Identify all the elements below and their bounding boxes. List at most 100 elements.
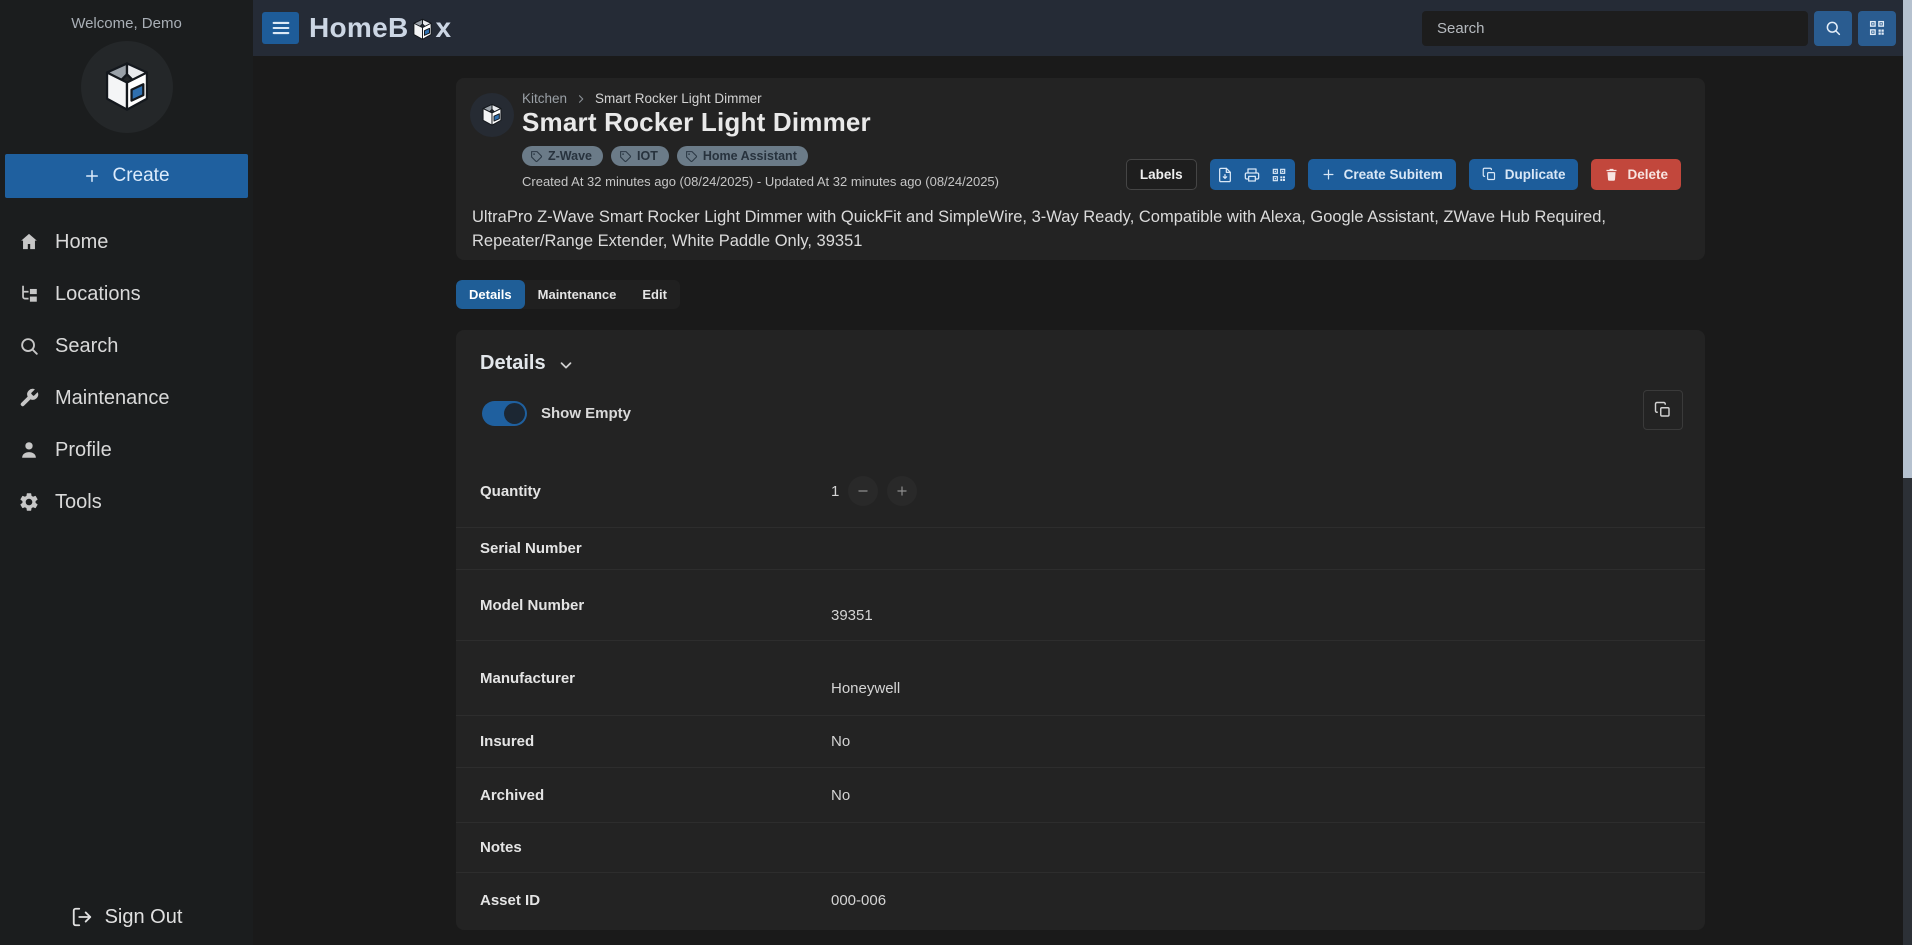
details-heading: Details — [480, 352, 546, 375]
menu-button[interactable] — [262, 12, 299, 44]
details-section-header[interactable]: Details — [480, 352, 575, 375]
welcome-text: Welcome, Demo — [0, 0, 253, 32]
qr-code-button[interactable] — [1266, 159, 1293, 190]
tag-label: IOT — [637, 149, 658, 163]
sign-out-button[interactable]: Sign Out — [0, 899, 253, 935]
hamburger-icon — [270, 17, 292, 39]
tab-details[interactable]: Details — [456, 280, 525, 309]
topbar-search — [1422, 11, 1896, 46]
tag-label: Home Assistant — [703, 149, 797, 163]
attachment-file-button[interactable] — [1212, 159, 1239, 190]
field-row-asset-id: Asset ID 000-006 — [456, 872, 1705, 927]
field-row-manufacturer: Manufacturer Honeywell — [456, 640, 1705, 715]
field-value: No — [831, 787, 850, 804]
create-button[interactable]: Create — [5, 154, 248, 198]
box-icon — [410, 17, 435, 42]
tag-badge[interactable]: Z-Wave — [522, 146, 603, 166]
qr-scan-icon — [1868, 19, 1886, 37]
field-row-archived: Archived No — [456, 767, 1705, 822]
field-value: 39351 — [831, 607, 873, 624]
chevron-right-icon — [575, 93, 587, 105]
copy-details-button[interactable] — [1643, 390, 1683, 430]
field-value: 1 — [831, 483, 839, 500]
print-label-button[interactable] — [1239, 159, 1266, 190]
details-field-list: Quantity 1 Serial Number Model Number 39… — [456, 455, 1705, 927]
duplicate-button[interactable]: Duplicate — [1469, 159, 1579, 190]
toggle-knob — [504, 403, 525, 424]
created-updated-meta: Created At 32 minutes ago (08/24/2025) -… — [522, 174, 999, 189]
labels-button[interactable]: Labels — [1126, 159, 1197, 190]
item-header-card: Kitchen Smart Rocker Light Dimmer Smart … — [456, 78, 1705, 260]
create-subitem-label: Create Subitem — [1344, 167, 1443, 182]
tab-maintenance[interactable]: Maintenance — [525, 280, 630, 309]
item-header-text: Kitchen Smart Rocker Light Dimmer Smart … — [522, 91, 999, 189]
sidebar-item-profile[interactable]: Profile — [0, 424, 253, 476]
scrollbar-thumb[interactable] — [1903, 0, 1912, 478]
delete-button[interactable]: Delete — [1591, 159, 1681, 190]
create-subitem-button[interactable]: Create Subitem — [1308, 159, 1456, 190]
logo-text-suffix: x — [436, 12, 452, 44]
plus-icon — [895, 484, 909, 498]
minus-icon — [856, 484, 870, 498]
search-input[interactable] — [1422, 11, 1808, 46]
sidebar-item-search[interactable]: Search — [0, 320, 253, 372]
gear-icon — [18, 491, 40, 513]
sidebar-item-home[interactable]: Home — [0, 216, 253, 268]
item-avatar — [470, 93, 514, 137]
locations-icon — [18, 283, 40, 305]
sidebar-item-maintenance[interactable]: Maintenance — [0, 372, 253, 424]
file-down-icon — [1217, 167, 1233, 183]
field-label: Manufacturer — [480, 670, 831, 687]
sidebar-item-label: Tools — [55, 491, 102, 514]
box-icon — [479, 102, 505, 128]
details-card: Details Show Empty Quantity 1 — [456, 330, 1705, 930]
breadcrumb-parent[interactable]: Kitchen — [522, 91, 567, 106]
sidebar-item-label: Maintenance — [55, 387, 170, 410]
sidebar-item-locations[interactable]: Locations — [0, 268, 253, 320]
tag-icon — [530, 150, 543, 163]
field-value: Honeywell — [831, 680, 900, 697]
tag-label: Z-Wave — [548, 149, 592, 163]
search-button[interactable] — [1814, 11, 1852, 46]
field-row-notes: Notes — [456, 822, 1705, 872]
tag-list: Z-Wave IOT Home Assistant — [522, 146, 999, 166]
sidebar-item-label: Profile — [55, 439, 112, 462]
search-icon — [18, 335, 40, 357]
scan-qr-button[interactable] — [1858, 11, 1896, 46]
app-logo — [81, 41, 173, 133]
copy-icon — [1482, 167, 1497, 182]
quantity-increase-button[interactable] — [887, 476, 917, 506]
show-empty-toggle[interactable] — [482, 401, 527, 426]
field-label: Insured — [480, 733, 831, 750]
logo-text-prefix: HomeB — [309, 12, 409, 44]
duplicate-label: Duplicate — [1505, 167, 1566, 182]
sidebar-item-label: Home — [55, 231, 108, 254]
quantity-stepper: 1 — [831, 476, 917, 506]
field-label: Serial Number — [480, 540, 831, 557]
sidebar: Welcome, Demo Create Home Locations Sear… — [0, 0, 253, 945]
breadcrumb-current[interactable]: Smart Rocker Light Dimmer — [595, 91, 762, 106]
sidebar-item-label: Locations — [55, 283, 141, 306]
topbar: HomeB x — [253, 0, 1912, 56]
main-content: Kitchen Smart Rocker Light Dimmer Smart … — [253, 56, 1912, 945]
profile-icon — [18, 439, 40, 461]
field-label: Asset ID — [480, 892, 831, 909]
sidebar-item-tools[interactable]: Tools — [0, 476, 253, 528]
wrench-icon — [18, 387, 40, 409]
copy-icon — [1654, 401, 1672, 419]
delete-label: Delete — [1627, 167, 1668, 182]
field-row-quantity: Quantity 1 — [456, 455, 1705, 527]
chevron-down-icon — [557, 356, 575, 374]
scrollbar[interactable] — [1903, 0, 1912, 945]
homebox-logo-icon — [98, 58, 156, 116]
tab-edit[interactable]: Edit — [629, 280, 680, 309]
show-empty-row: Show Empty — [482, 401, 631, 426]
tag-badge[interactable]: IOT — [611, 146, 669, 166]
quantity-decrease-button[interactable] — [848, 476, 878, 506]
field-label: Quantity — [480, 483, 831, 500]
tag-badge[interactable]: Home Assistant — [677, 146, 808, 166]
sidebar-item-label: Search — [55, 335, 118, 358]
search-icon — [1824, 19, 1842, 37]
home-icon — [18, 231, 40, 253]
app-title[interactable]: HomeB x — [309, 12, 451, 44]
